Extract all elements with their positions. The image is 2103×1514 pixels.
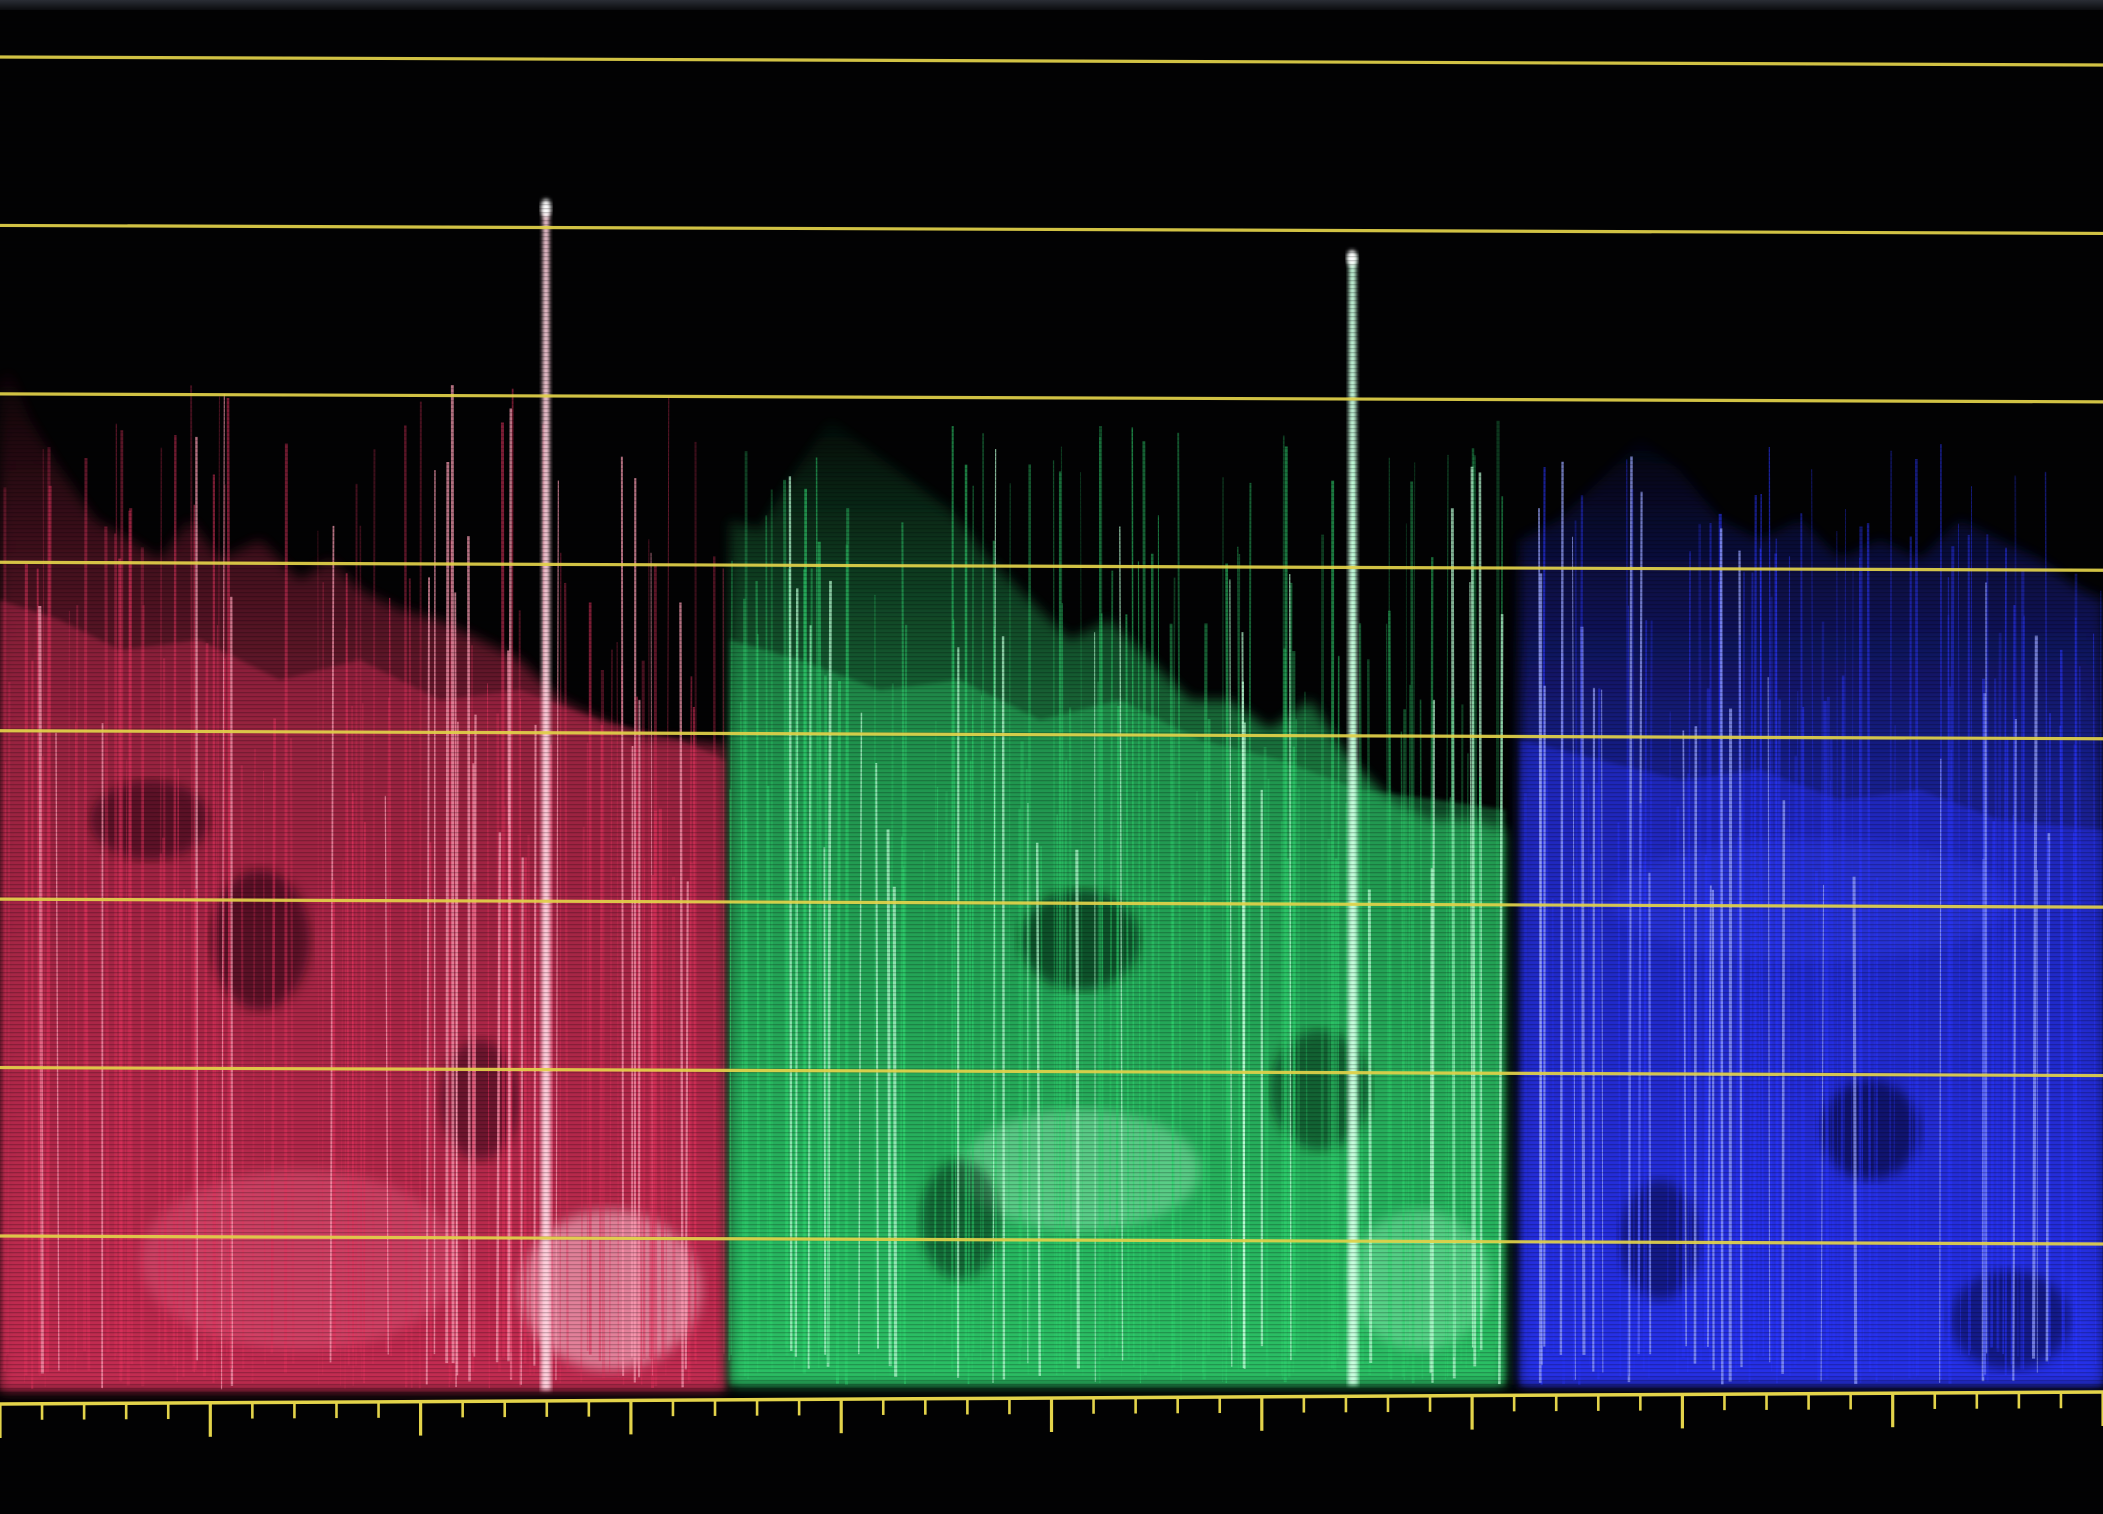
scope-top-border	[0, 0, 2103, 10]
rgb-parade-waveform	[0, 0, 2103, 1514]
waveform-scope-display	[0, 0, 2103, 1514]
